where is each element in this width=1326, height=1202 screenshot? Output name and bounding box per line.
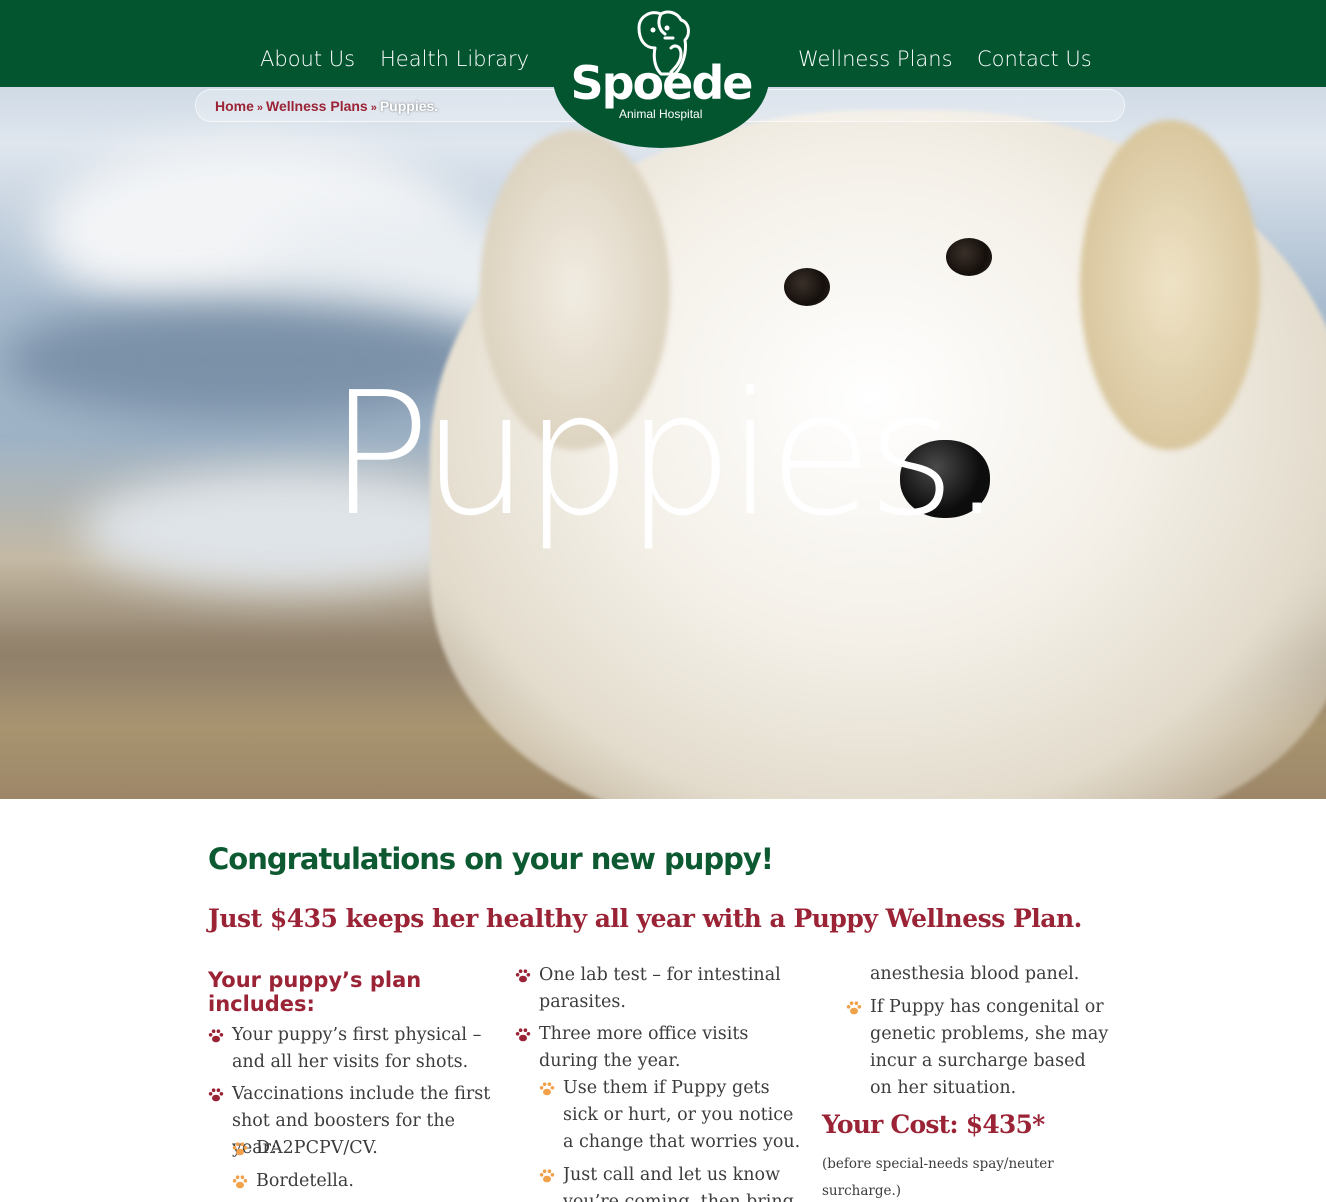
breadcrumb-separator: » bbox=[256, 102, 264, 114]
nav-wellness-plans[interactable]: Wellness Plans bbox=[798, 47, 953, 71]
list-subitem: If Puppy has congenital or genetic probl… bbox=[870, 997, 1109, 1098]
breadcrumb-current: Puppies. bbox=[379, 98, 439, 114]
nav-about-us[interactable]: About Us bbox=[260, 47, 355, 71]
list-item-continued: anesthesia blood panel. bbox=[870, 964, 1080, 984]
list-item: One lab test – for intestinal parasites. bbox=[539, 965, 781, 1012]
paw-icon bbox=[515, 969, 531, 983]
paw-icon bbox=[208, 1029, 224, 1043]
paw-icon bbox=[232, 1175, 248, 1189]
paw-icon bbox=[539, 1082, 555, 1096]
hero-title: Puppies. bbox=[328, 356, 1004, 554]
list-item: Three more office visits during the year… bbox=[539, 1024, 749, 1071]
paw-icon bbox=[515, 1028, 531, 1042]
logo-name: Spoede bbox=[570, 56, 754, 110]
price-heading: Just $435 keeps her healthy all year wit… bbox=[208, 904, 1082, 933]
list-subitem: Use them if Puppy gets sick or hurt, or … bbox=[563, 1078, 801, 1152]
paw-icon bbox=[846, 1001, 862, 1015]
list-subitem: DA2PCPV/CV. bbox=[256, 1138, 378, 1158]
nav-contact-us[interactable]: Contact Us bbox=[977, 47, 1092, 71]
paw-icon bbox=[539, 1169, 555, 1183]
list-item: Your puppy’s first physical – and all he… bbox=[232, 1025, 482, 1072]
site-logo[interactable]: Spoede Animal Hospital bbox=[553, 0, 769, 148]
breadcrumb-separator: » bbox=[370, 102, 377, 114]
list-subitem: Bordetella. bbox=[256, 1171, 354, 1191]
nav-health-library[interactable]: Health Library bbox=[380, 47, 529, 71]
breadcrumb: Home» Wellness Plans» Puppies. bbox=[215, 98, 438, 114]
paw-icon bbox=[232, 1142, 248, 1156]
breadcrumb-wellness-plans[interactable]: Wellness Plans bbox=[266, 98, 368, 114]
logo-subtitle: Animal Hospital bbox=[619, 107, 703, 121]
congrats-heading: Congratulations on your new puppy! bbox=[208, 842, 774, 876]
hero-dog-eye bbox=[784, 268, 830, 306]
plan-heading: Your puppy’s plan includes: bbox=[208, 968, 422, 1016]
hero-dog-eye bbox=[946, 238, 992, 276]
cost-heading: Your Cost: $435* bbox=[822, 1110, 1045, 1139]
cost-note: (before special-needs spay/neuter surcha… bbox=[822, 1156, 1054, 1199]
paw-icon bbox=[208, 1088, 224, 1102]
list-subitem: Just call and let us know you’re coming,… bbox=[563, 1165, 794, 1202]
breadcrumb-home[interactable]: Home bbox=[215, 98, 254, 114]
